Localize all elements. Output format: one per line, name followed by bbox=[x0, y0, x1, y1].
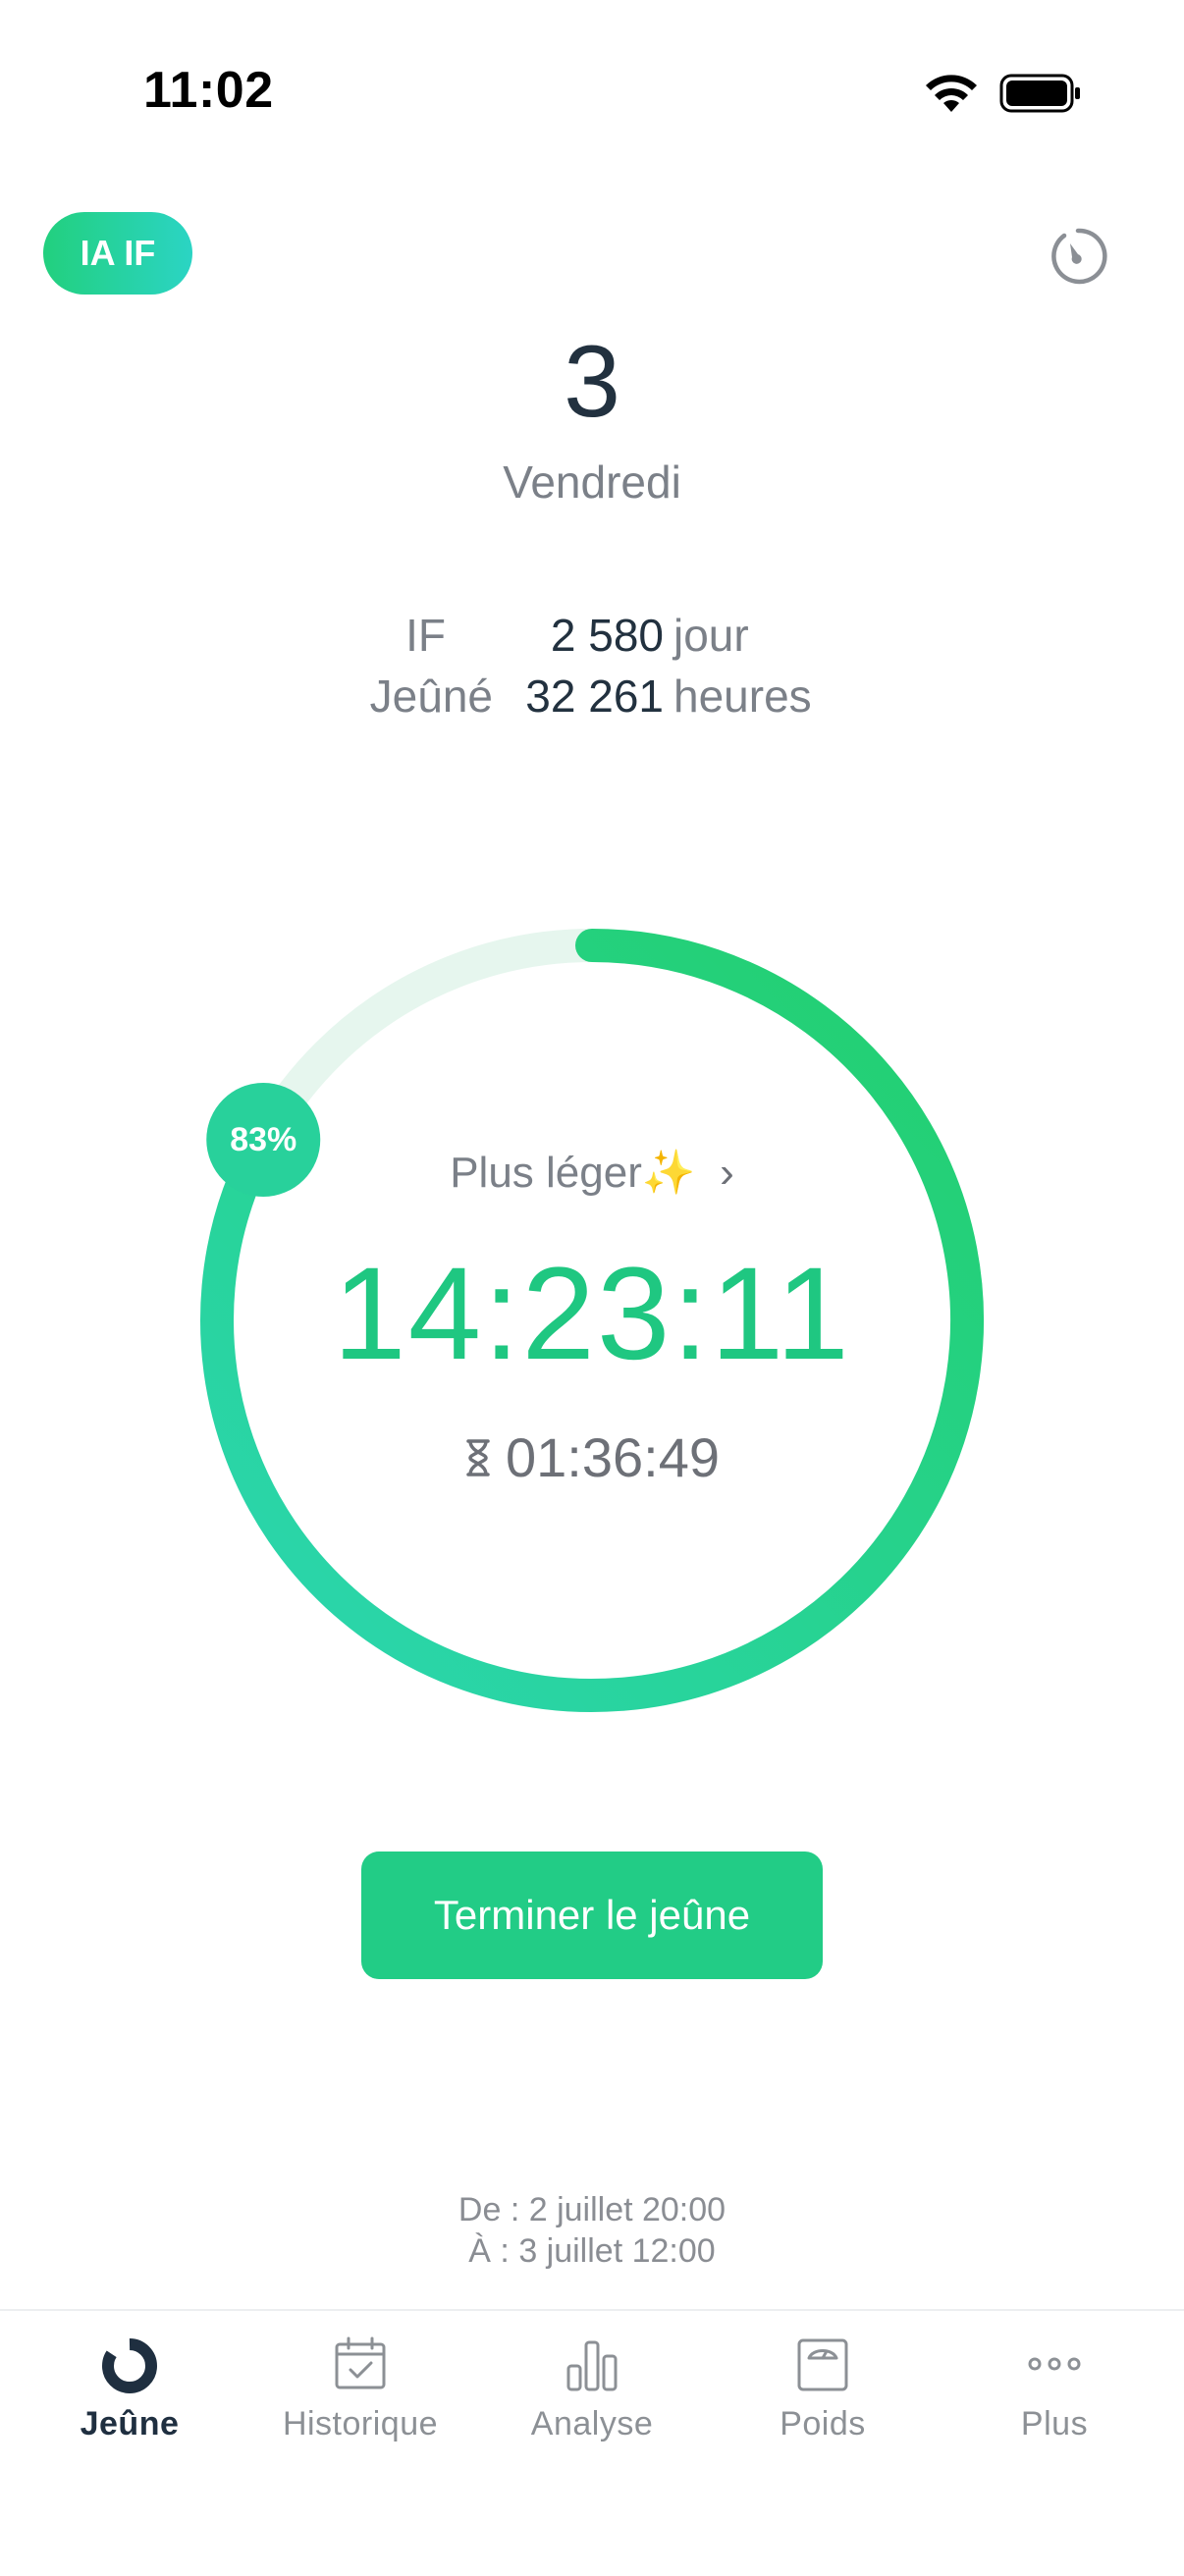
fast-ring-icon bbox=[102, 2337, 157, 2393]
remaining-time: 01:36:49 bbox=[506, 1426, 720, 1488]
tab-weight[interactable]: Poids bbox=[715, 2333, 931, 2480]
fast-start-time: De : 2 juillet 20:00 bbox=[457, 2191, 727, 2228]
timer-reset-icon[interactable] bbox=[1043, 222, 1111, 291]
end-fast-button[interactable]: Terminer le jeûne bbox=[361, 1852, 823, 1979]
tab-label: Analyse bbox=[530, 2405, 654, 2442]
calendar-check-icon bbox=[335, 2336, 386, 2389]
tab-analysis[interactable]: Analyse bbox=[484, 2333, 700, 2480]
stat-row-fasted: Jeûné 32 261 heures bbox=[0, 670, 1184, 728]
elapsed-timer: 14:23:11 bbox=[333, 1241, 851, 1387]
tab-label: Poids bbox=[780, 2405, 866, 2442]
stat-unit: heures bbox=[673, 671, 812, 722]
hourglass-icon bbox=[466, 1438, 490, 1476]
bar-chart-icon bbox=[566, 2340, 618, 2391]
tab-label: Jeûne bbox=[80, 2405, 180, 2442]
stat-unit: jour bbox=[673, 610, 749, 661]
chevron-right-icon: › bbox=[707, 1149, 734, 1197]
tab-bar: Jeûne Historique Analyse Poids Plus bbox=[0, 2309, 1184, 2576]
stat-row-if: IF 2 580 jour bbox=[0, 609, 1184, 668]
day-number: 3 bbox=[564, 325, 620, 439]
battery-icon bbox=[999, 74, 1080, 113]
tab-label: Historique bbox=[282, 2405, 439, 2442]
remaining-time-row: 01:36:49 bbox=[0, 1425, 1184, 1489]
stat-label: IF bbox=[405, 610, 446, 661]
more-dots-icon bbox=[1028, 2357, 1081, 2371]
stat-value: 32 261 bbox=[525, 671, 664, 722]
wifi-icon bbox=[926, 75, 977, 112]
scale-icon bbox=[797, 2338, 848, 2391]
status-time: 11:02 bbox=[143, 62, 274, 119]
stat-value: 2 580 bbox=[550, 610, 664, 661]
stat-label: Jeûné bbox=[369, 671, 493, 722]
tab-fast[interactable]: Jeûne bbox=[22, 2333, 238, 2480]
tab-history[interactable]: Historique bbox=[252, 2333, 468, 2480]
fast-end-time: À : 3 juillet 12:00 bbox=[468, 2232, 716, 2270]
tab-more[interactable]: Plus bbox=[946, 2333, 1162, 2480]
ia-if-button[interactable]: IA IF bbox=[43, 212, 192, 295]
fasting-stage-link[interactable]: Plus léger✨ › bbox=[0, 1147, 1184, 1198]
tab-label: Plus bbox=[1020, 2405, 1089, 2442]
fasting-stage-label: Plus léger✨ bbox=[450, 1149, 696, 1197]
day-name: Vendredi bbox=[503, 456, 681, 508]
